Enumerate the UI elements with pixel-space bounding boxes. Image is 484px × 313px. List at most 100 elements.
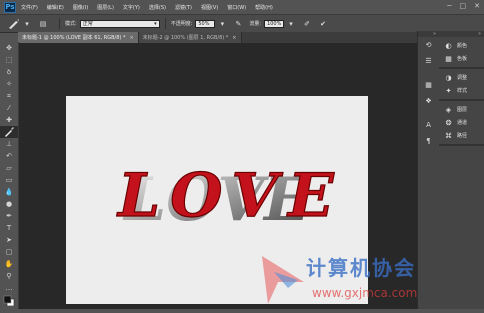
panel-label: 图层 — [457, 107, 468, 113]
color-swatches-icon[interactable] — [0, 294, 18, 306]
window-controls: ─ □ ✕ — [447, 2, 480, 10]
opacity-value: 50% — [198, 20, 210, 27]
styles-icon: ✦ — [445, 86, 452, 95]
move-tool-icon[interactable]: ✥ — [0, 42, 18, 54]
type-tool-icon[interactable]: T — [0, 222, 18, 234]
close-icon[interactable]: × — [232, 35, 236, 41]
opacity-dropdown-icon[interactable]: ▾ — [217, 19, 227, 29]
flow-label: 流量: — [249, 21, 262, 27]
watermark-title: 计算机协会 — [306, 256, 416, 280]
crop-tool-icon[interactable]: ⌗ — [0, 90, 18, 102]
brush-panel-toggle-icon[interactable]: ▤ — [38, 19, 48, 29]
opacity-label: 不透明度: — [170, 21, 193, 27]
panel-label: 样式 — [457, 88, 468, 94]
minimize-icon[interactable]: ─ — [447, 2, 451, 10]
gradient-tool-icon[interactable]: ▭ — [0, 174, 18, 186]
history-brush-tool-icon[interactable]: ↶ — [0, 150, 18, 162]
maximize-icon[interactable]: □ — [460, 2, 467, 10]
pressure-opacity-icon[interactable]: ✎ — [233, 19, 243, 29]
clone-stamp-tool-icon[interactable]: ⊥ — [0, 138, 18, 150]
photoshop-logo: Ps — [4, 1, 16, 13]
love-text: LOVE — [116, 161, 344, 231]
panel-label: 色板 — [457, 56, 468, 62]
path-selection-tool-icon[interactable]: ➤ — [0, 234, 18, 246]
brush-size-dropdown-icon[interactable]: ▾ — [22, 19, 32, 29]
panel-group-layers: ◈ 图层 ❂ 通道 ⌘ 路径 — [439, 101, 484, 146]
zoom-tool-icon[interactable]: ⚲ — [0, 270, 18, 282]
hand-tool-icon[interactable]: ✋ — [0, 258, 18, 270]
panel-tab-color[interactable]: ◐ 颜色 — [439, 39, 484, 52]
menu-view[interactable]: 视图(V) — [201, 4, 218, 11]
eyedropper-tool-icon[interactable]: ⁄ — [0, 102, 18, 114]
brush-preset-panel-icon[interactable]: ▦ — [418, 77, 439, 93]
menu-type[interactable]: 文字(Y) — [123, 4, 140, 11]
menu-help[interactable]: 帮助(H) — [255, 4, 273, 11]
mode-value: 正常 — [82, 21, 93, 27]
site-watermark: 计算机协会 www.gxjmca.com — [258, 248, 484, 309]
eraser-tool-icon[interactable]: ▱ — [0, 162, 18, 174]
panel-label: 颜色 — [457, 43, 468, 49]
properties-panel-icon[interactable]: ☰ — [418, 53, 439, 69]
panel-label: 调整 — [457, 75, 468, 81]
menu-edit[interactable]: 编辑(E) — [47, 4, 64, 11]
flow-dropdown-icon[interactable]: ▾ — [286, 19, 296, 29]
pressure-size-icon[interactable]: ✔ — [318, 19, 328, 29]
panel-group-adjustments: ◑ 调整 ✦ 样式 — [439, 69, 484, 101]
pen-tool-icon[interactable]: ✒ — [0, 210, 18, 222]
tab-label: 未标题-2 @ 100% (图层 1, RGB/8) * — [142, 35, 229, 41]
panel-group-color: ◐ 颜色 ▦ 色板 — [439, 37, 484, 69]
dodge-tool-icon[interactable]: ● — [0, 198, 18, 210]
document-tabs: 未标题-1 @ 100% (LOVE 副本 61, RGB/8) * × 未标题… — [18, 32, 417, 43]
more-tools-icon[interactable]: … — [0, 282, 18, 294]
menu-layer[interactable]: 图层(L) — [97, 4, 114, 11]
menu-bar: Ps 文件(F) 编辑(E) 图像(I) 图层(L) 文字(Y) 选择(S) 滤… — [0, 0, 484, 14]
panel-tab-styles[interactable]: ✦ 样式 — [439, 84, 484, 97]
color-icon: ◐ — [445, 41, 452, 50]
tools-panel: ✥ ⬚ ꝺ ✧ ⌗ ⁄ ✚ ⊥ ↶ ▱ ▭ 💧 ● ✒ T ➤ ▢ ✋ ⚲ … — [0, 42, 19, 309]
paths-icon: ⌘ — [445, 131, 452, 140]
airbrush-icon[interactable]: ✐ — [302, 19, 312, 29]
mode-select[interactable]: 正常 ▾ — [79, 19, 160, 28]
lasso-tool-icon[interactable]: ꝺ — [0, 66, 18, 78]
menu-file[interactable]: 文件(F) — [21, 4, 38, 11]
quick-select-tool-icon[interactable]: ✧ — [0, 78, 18, 90]
brush-tool-preset-icon[interactable] — [6, 18, 22, 30]
separator — [164, 18, 166, 29]
chevron-down-icon: ▾ — [154, 20, 157, 27]
panel-tab-paths[interactable]: ⌘ 路径 — [439, 129, 484, 142]
panel-tab-adjustments[interactable]: ◑ 调整 — [439, 71, 484, 84]
menu-window[interactable]: 窗口(W) — [227, 4, 246, 11]
close-icon[interactable]: × — [129, 35, 133, 41]
healing-brush-tool-icon[interactable]: ✚ — [0, 114, 18, 126]
opacity-input[interactable]: 50% — [195, 19, 216, 28]
panel-label: 路径 — [457, 133, 468, 139]
close-icon[interactable]: ✕ — [474, 2, 480, 10]
tab-document-2[interactable]: 未标题-2 @ 100% (图层 1, RGB/8) * × — [138, 32, 242, 43]
swatches-icon: ▦ — [445, 54, 452, 63]
paragraph-panel-icon[interactable]: A — [418, 117, 439, 133]
clone-source-panel-icon[interactable]: ❖ — [418, 93, 439, 109]
panel-tab-layers[interactable]: ◈ 图层 — [439, 103, 484, 116]
separator — [59, 18, 60, 29]
flow-value: 100% — [267, 20, 282, 27]
adjustments-icon: ◑ — [445, 73, 452, 82]
brush-tool-icon[interactable] — [0, 126, 18, 138]
menu-filter[interactable]: 滤镜(T) — [175, 4, 192, 11]
panel-label: 通道 — [457, 120, 468, 126]
marquee-tool-icon[interactable]: ⬚ — [0, 54, 18, 66]
shape-tool-icon[interactable]: ▢ — [0, 246, 18, 258]
layers-icon: ◈ — [445, 105, 452, 114]
panel-tab-swatches[interactable]: ▦ 色板 — [439, 52, 484, 65]
tab-document-1[interactable]: 未标题-1 @ 100% (LOVE 副本 61, RGB/8) * × — [18, 32, 139, 43]
options-bar: ▾ ▤ 模式: 正常 ▾ 不透明度: 50% ▾ ✎ 流量: 100% ▾ ✐ … — [0, 14, 484, 33]
tab-label: 未标题-1 @ 100% (LOVE 副本 61, RGB/8) * — [22, 35, 126, 41]
watermark-url: www.gxjmca.com — [312, 286, 418, 300]
panel-tab-channels[interactable]: ❂ 通道 — [439, 116, 484, 129]
menu-select[interactable]: 选择(S) — [149, 4, 166, 11]
flow-input[interactable]: 100% — [264, 19, 285, 28]
history-panel-icon[interactable]: ⟲ — [418, 37, 439, 53]
character-panel-icon[interactable]: ¶ — [418, 133, 439, 149]
blur-tool-icon[interactable]: 💧 — [0, 186, 18, 198]
menu-image[interactable]: 图像(I) — [73, 4, 88, 11]
mode-label: 模式: — [65, 21, 77, 27]
